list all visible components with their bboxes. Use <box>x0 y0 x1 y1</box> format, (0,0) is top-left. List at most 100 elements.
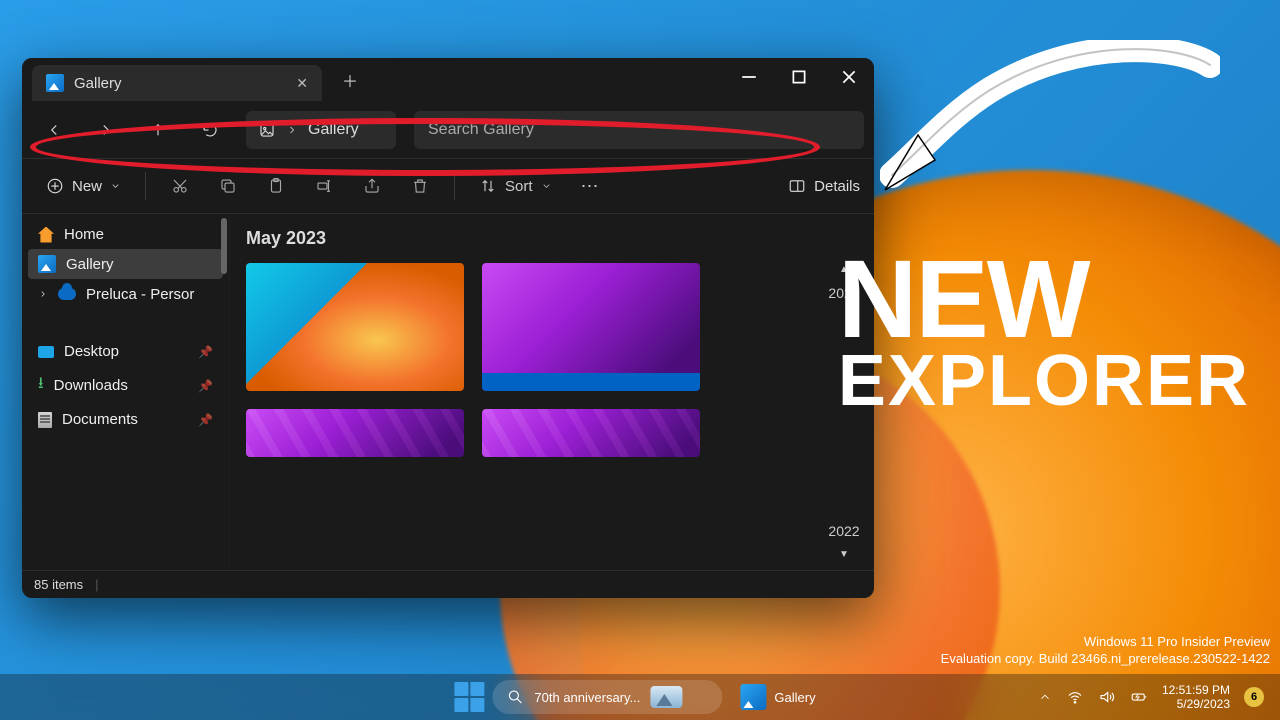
cut-button[interactable] <box>160 167 200 205</box>
details-label: Details <box>814 178 860 195</box>
item-count: 85 items <box>34 577 83 592</box>
promo-overlay: NEW EXPLORER <box>838 250 1250 414</box>
gallery-thumbnail[interactable] <box>482 263 700 391</box>
paste-button[interactable] <box>256 167 296 205</box>
overlay-line1: NEW <box>838 250 1250 349</box>
titlebar[interactable]: Gallery ✕ ＋ <box>22 58 874 102</box>
maximize-button[interactable] <box>774 58 824 96</box>
new-tab-button[interactable]: ＋ <box>334 64 366 96</box>
sidebar-item-gallery[interactable]: Gallery <box>28 249 223 279</box>
group-header: May 2023 <box>246 228 858 249</box>
timeline-down-icon[interactable]: ▼ <box>839 549 849 560</box>
more-button[interactable]: ⋯ <box>570 167 610 205</box>
sidebar-item-label: Gallery <box>66 256 114 273</box>
sidebar-item-label: Home <box>64 226 104 243</box>
desktop-icon <box>38 346 54 358</box>
copy-button[interactable] <box>208 167 248 205</box>
weather-widget-icon <box>650 686 682 708</box>
gallery-thumbnail[interactable] <box>246 409 464 457</box>
file-explorer-window: Gallery ✕ ＋ Gallery Search Gallery New <box>22 58 874 598</box>
chevron-down-icon <box>541 177 552 195</box>
pin-icon: 📌 <box>198 413 213 427</box>
sort-label: Sort <box>505 178 533 195</box>
clock-time: 12:51:59 PM <box>1162 683 1230 697</box>
tab-title: Gallery <box>74 75 122 92</box>
navigation-sidebar: Home Gallery Preluca - Persor Desktop 📌 … <box>22 214 230 570</box>
home-icon <box>38 227 54 243</box>
battery-icon[interactable] <box>1130 688 1148 706</box>
nav-toolbar: Gallery Search Gallery <box>22 102 874 158</box>
gallery-icon <box>38 255 56 273</box>
delete-button[interactable] <box>400 167 440 205</box>
taskbar-app-gallery[interactable]: Gallery <box>730 680 825 714</box>
chevron-down-icon <box>110 177 121 195</box>
sidebar-item-label: Desktop <box>64 343 119 360</box>
sidebar-item-desktop[interactable]: Desktop 📌 <box>28 337 223 366</box>
sidebar-item-documents[interactable]: Documents 📌 <box>28 405 223 434</box>
plus-circle-icon <box>46 177 64 195</box>
system-tray: 12:51:59 PM 5/29/2023 6 <box>1038 683 1280 712</box>
gallery-icon <box>740 684 766 710</box>
start-button[interactable] <box>454 682 484 712</box>
volume-icon[interactable] <box>1098 688 1116 706</box>
status-bar: 85 items | <box>22 570 874 598</box>
timeline-year[interactable]: 2022 <box>828 523 859 539</box>
sidebar-item-onedrive[interactable]: Preluca - Persor <box>28 279 223 309</box>
taskbar: 70th anniversary... Gallery 12:51:59 PM … <box>0 674 1280 720</box>
share-button[interactable] <box>352 167 392 205</box>
details-icon <box>788 177 806 195</box>
sidebar-scrollbar[interactable] <box>221 218 227 274</box>
chevron-right-icon <box>38 285 48 303</box>
gallery-thumbnail[interactable] <box>246 263 464 391</box>
sidebar-item-label: Downloads <box>54 377 128 394</box>
close-button[interactable] <box>824 58 874 96</box>
close-tab-icon[interactable]: ✕ <box>296 75 308 92</box>
sidebar-item-label: Documents <box>62 411 138 428</box>
search-input[interactable]: Search Gallery <box>414 111 864 149</box>
sidebar-item-home[interactable]: Home <box>28 220 223 249</box>
sidebar-item-downloads[interactable]: ⭳ Downloads 📌 <box>28 366 223 405</box>
content-area: May 2023 ▲ 2023 2022 ▼ <box>230 214 874 570</box>
pin-icon: 📌 <box>198 345 213 359</box>
taskbar-app-label: Gallery <box>774 690 815 705</box>
forward-button[interactable] <box>84 110 128 150</box>
status-divider: | <box>95 577 98 592</box>
gallery-thumbnail[interactable] <box>482 409 700 457</box>
up-button[interactable] <box>136 110 180 150</box>
sort-icon <box>479 177 497 195</box>
watermark-line: Evaluation copy. Build 23466.ni_prerelea… <box>941 650 1270 668</box>
download-icon: ⭳ <box>38 372 44 399</box>
notification-badge[interactable]: 6 <box>1244 687 1264 707</box>
document-icon <box>38 412 52 428</box>
search-placeholder: Search Gallery <box>428 121 534 139</box>
taskbar-search[interactable]: 70th anniversary... <box>492 680 722 714</box>
onedrive-icon <box>58 288 76 300</box>
watermark: Windows 11 Pro Insider Preview Evaluatio… <box>941 633 1270 668</box>
search-icon <box>506 688 524 706</box>
clock-date: 5/29/2023 <box>1162 697 1230 711</box>
back-button[interactable] <box>32 110 76 150</box>
tab-gallery[interactable]: Gallery ✕ <box>32 65 322 101</box>
tray-overflow-icon[interactable] <box>1038 688 1052 706</box>
chevron-right-icon <box>286 121 298 139</box>
refresh-button[interactable] <box>188 110 232 150</box>
sidebar-item-label: Preluca - Persor <box>86 286 194 303</box>
address-bar[interactable]: Gallery <box>246 111 396 149</box>
sort-button[interactable]: Sort <box>469 177 562 195</box>
rename-button[interactable] <box>304 167 344 205</box>
annotation-arrow-icon <box>880 40 1220 200</box>
overlay-line2: EXPLORER <box>838 349 1250 414</box>
new-label: New <box>72 178 102 195</box>
command-bar: New Sort ⋯ Details <box>22 158 874 214</box>
taskbar-search-text: 70th anniversary... <box>534 690 640 705</box>
breadcrumb-location: Gallery <box>308 121 359 139</box>
wifi-icon[interactable] <box>1066 688 1084 706</box>
watermark-line: Windows 11 Pro Insider Preview <box>941 633 1270 651</box>
pin-icon: 📌 <box>198 379 213 393</box>
gallery-icon <box>46 74 64 92</box>
new-button[interactable]: New <box>36 167 131 205</box>
clock[interactable]: 12:51:59 PM 5/29/2023 <box>1162 683 1230 712</box>
minimize-button[interactable] <box>724 58 774 96</box>
picture-icon <box>258 121 276 139</box>
details-view-button[interactable]: Details <box>788 177 860 195</box>
